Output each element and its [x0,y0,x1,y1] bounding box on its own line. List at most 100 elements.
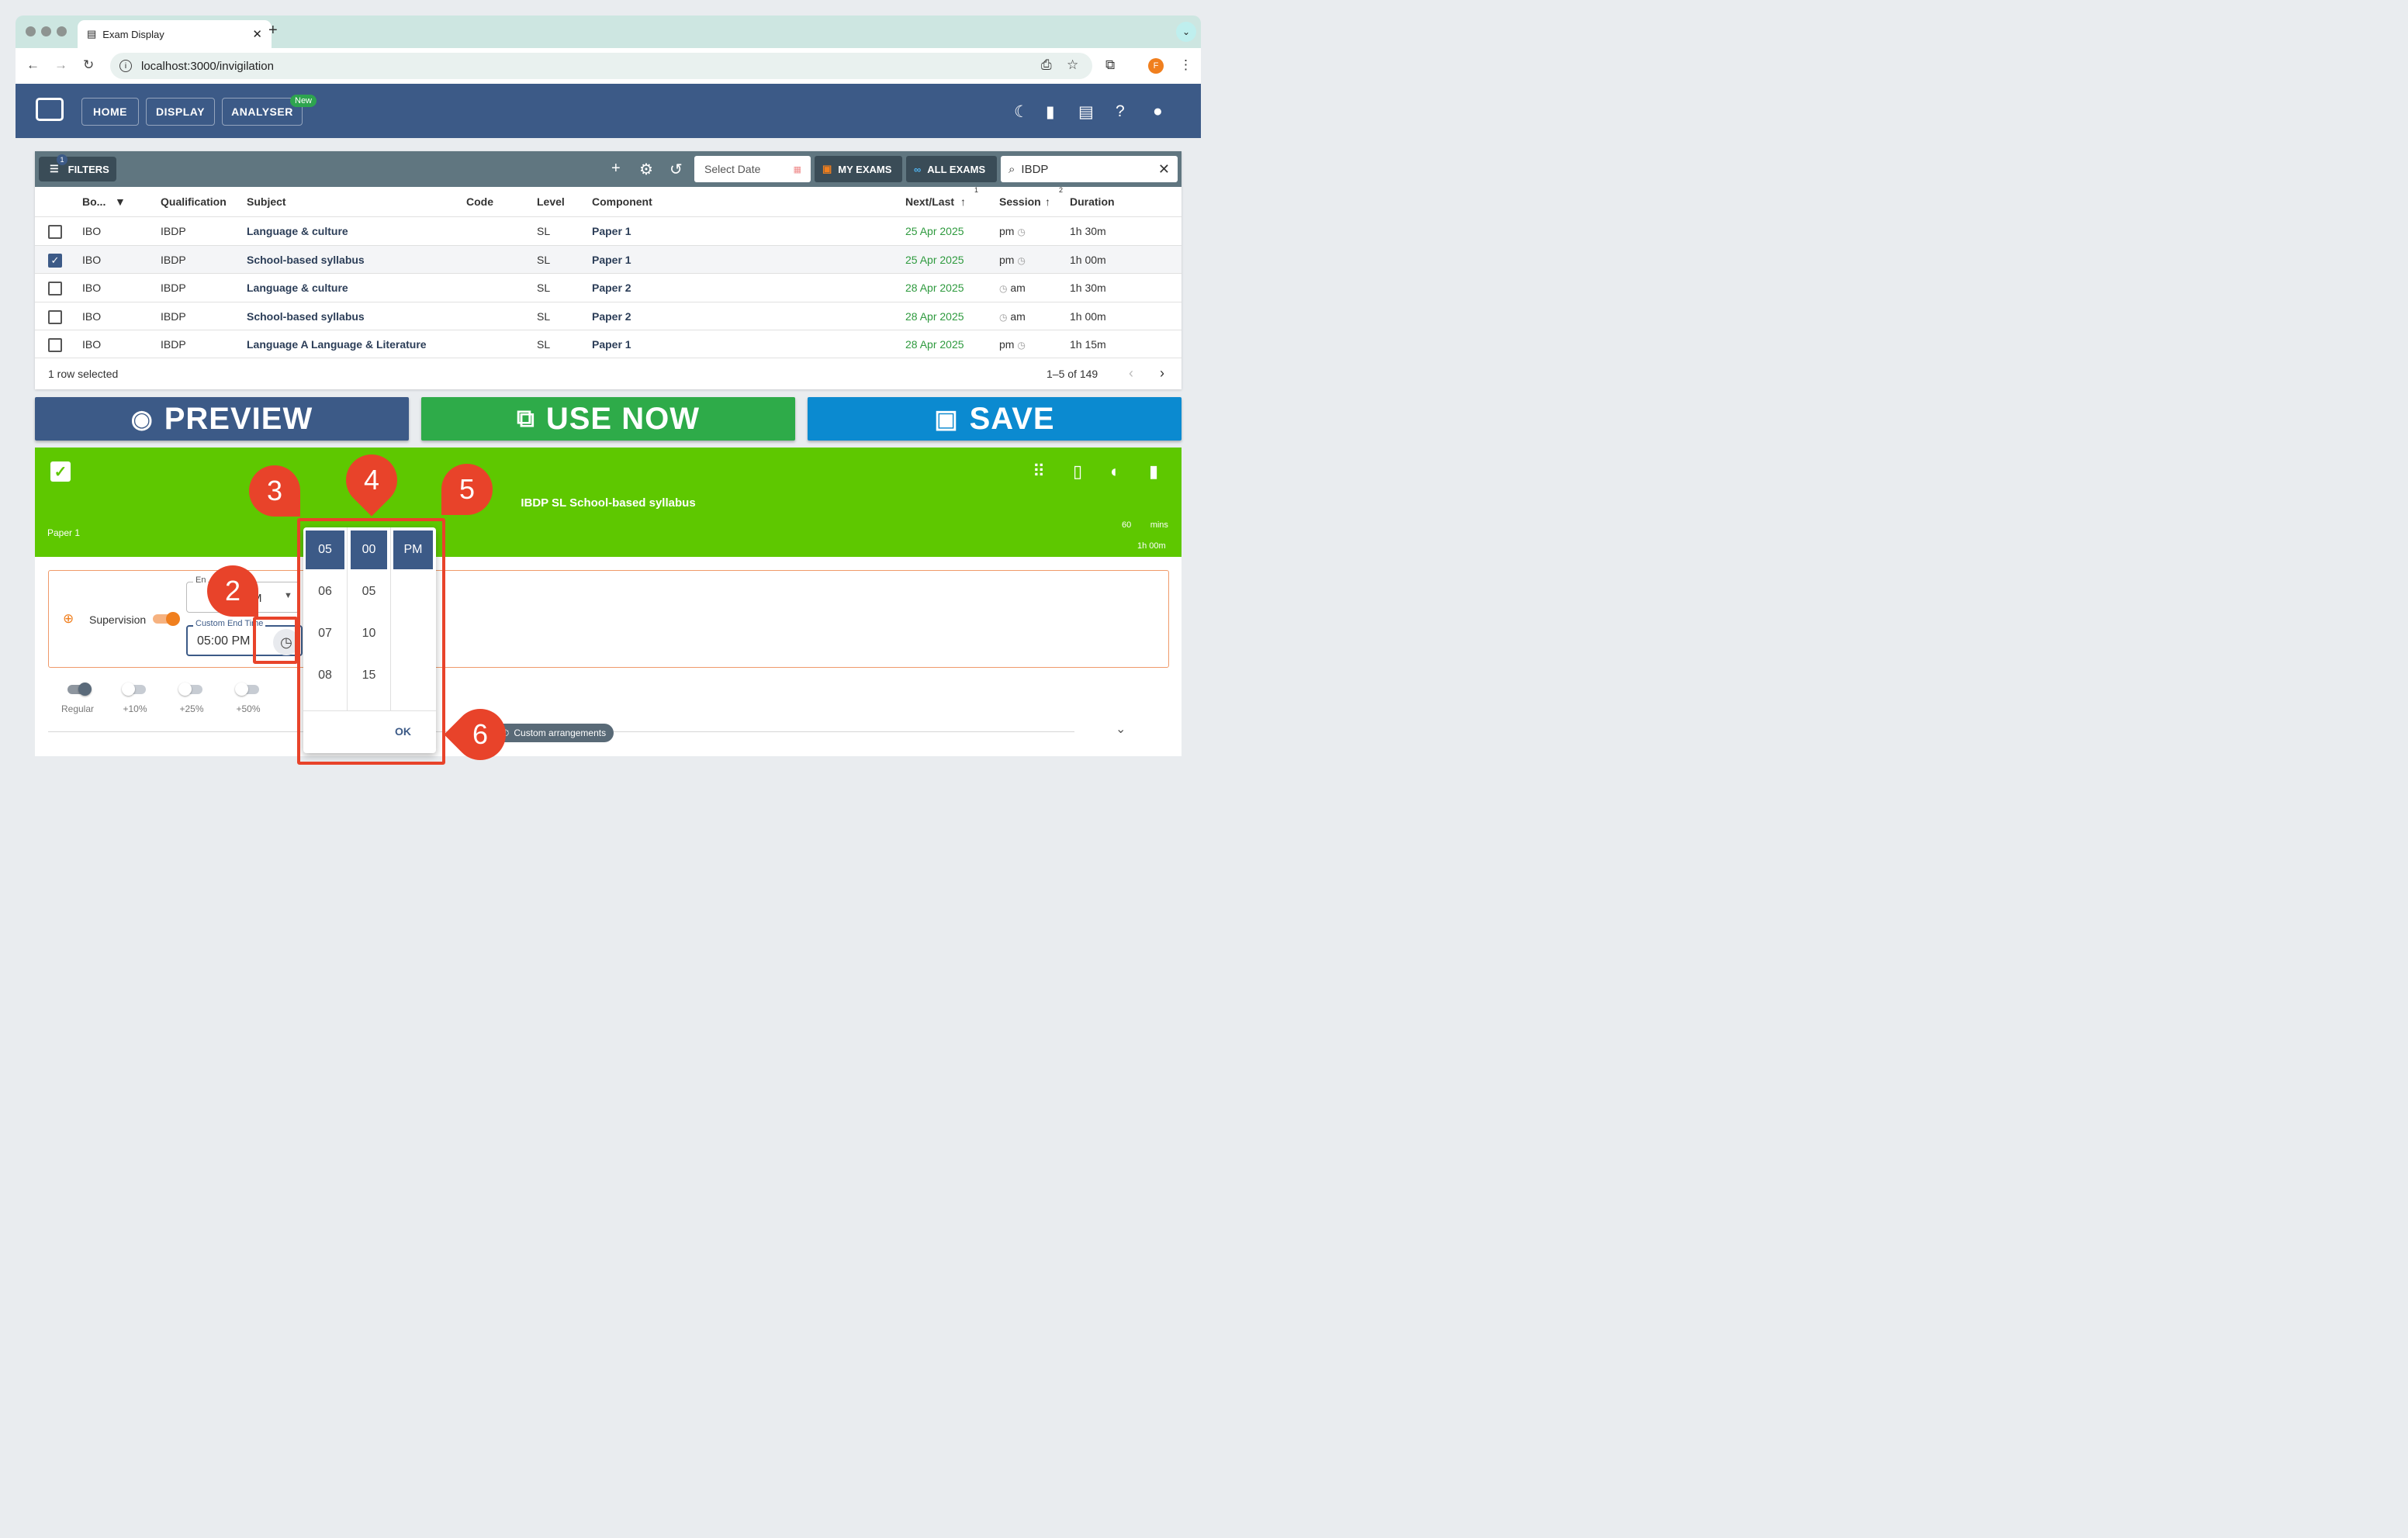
reload-icon[interactable]: ↻ [83,57,94,73]
exam-duration: 1h 00m [1137,541,1166,551]
address-bar[interactable]: i localhost:3000/invigilation [110,53,1092,79]
browser-tab[interactable]: ▤ Exam Display ✕ [78,20,272,48]
column-header-level[interactable]: Level [537,195,565,208]
back-icon[interactable]: ← [26,57,40,73]
bookmarks-icon[interactable]: ▮ [1046,102,1055,122]
column-header-session[interactable]: Session [999,195,1041,208]
column-header-qualification[interactable]: Qualification [161,195,227,208]
supervision-label: Supervision [89,613,147,626]
sort-ascending-icon[interactable]: ↑ [960,195,966,208]
search-input[interactable]: ⌕ IBDP ✕ [1001,156,1178,182]
table-row[interactable]: IBO IBDP Language & culture SL Paper 2 28 Apr… [35,273,1182,301]
tab-search-chevron-icon[interactable]: ⌄ [1176,22,1196,42]
all-exams-label: ALL EXAMS [927,163,986,175]
prev-page-icon[interactable]: ‹ [1129,365,1133,382]
plus-10-toggle[interactable] [122,683,146,696]
browser-toolbar: ← → ↻ i localhost:3000/invigilation ⎙ ☆ … [16,48,1201,84]
row-checkbox[interactable]: ✓ [48,253,62,268]
sort-ascending-icon[interactable]: ↑ [1045,195,1050,208]
exam-table-card: ☰ FILTERS 1 + ⚙ ↺ Select Date ▦ ▣ MY EXA… [35,151,1182,389]
delete-trash-icon[interactable]: ▮ [1149,461,1158,482]
session-text: pm [999,253,1015,266]
save-button[interactable]: ▣ SAVE [808,397,1182,441]
site-info-icon[interactable]: i [119,60,132,72]
extensions-icon[interactable]: ⧉ [1105,57,1115,73]
select-date-input[interactable]: Select Date ▦ [694,156,811,182]
regular-toggle[interactable] [67,683,92,696]
cell-component: Paper 1 [592,253,631,266]
exam-select-checkbox[interactable]: ✓ [50,461,71,482]
column-header-subject[interactable]: Subject [247,195,286,208]
sort-order-next-last: 1 [974,186,979,194]
window-minimize-dot[interactable] [41,26,51,36]
table-row[interactable]: IBO IBDP Language & culture SL Paper 1 25 Apr… [35,216,1182,244]
cell-component: Paper 2 [592,282,631,294]
minutes-unit: mins [1150,520,1168,530]
table-row[interactable]: IBO IBDP School-based syllabus SL Paper 2 28 … [35,301,1182,330]
help-icon[interactable]: ? [1116,102,1125,121]
all-exams-button[interactable]: ∞ ALL EXAMS [906,156,997,182]
pagination-text: 1–5 of 149 [1047,368,1098,380]
drag-handle-icon[interactable]: ⠿ [1033,461,1045,482]
window-zoom-dot[interactable] [57,26,67,36]
row-checkbox[interactable] [48,282,62,296]
cell-level: SL [537,253,551,266]
browser-menu-icon[interactable]: ⋮ [1179,57,1192,73]
add-icon[interactable]: + [611,160,621,178]
custom-arrangements-chip[interactable]: ⏱ Custom arrangements [494,724,614,742]
row-checkbox[interactable] [48,225,62,239]
column-header-next-last[interactable]: Next/Last [905,195,954,208]
supervision-toggle[interactable] [153,612,180,626]
reset-icon[interactable]: ↺ [669,160,683,179]
session-text: pm [999,225,1015,237]
column-header-component[interactable]: Component [592,195,652,208]
my-exams-button[interactable]: ▣ MY EXAMS [815,156,902,182]
palette-icon[interactable]: ◐ [1110,461,1120,482]
forward-icon[interactable]: → [54,57,67,73]
filter-list-icon: ☰ [50,163,59,175]
session-text: am [1010,282,1026,294]
use-now-button[interactable]: ⧉ USE NOW [421,397,795,441]
table-footer: 1 row selected 1–5 of 149 ‹ › [35,358,1182,389]
install-app-icon[interactable]: ⎙ [1041,57,1052,73]
marker-3-label: 3 [266,475,283,506]
column-header-duration[interactable]: Duration [1070,195,1115,208]
next-page-icon[interactable]: › [1160,365,1164,382]
display-screen-icon[interactable]: ▤ [1078,102,1094,122]
expand-chevron-icon[interactable]: ⌄ [1116,721,1126,737]
column-filter-icon[interactable]: ▼ [115,195,126,208]
app-header: HOME DISPLAY ANALYSER New ☾ ▮ ▤ ? ● [16,84,1201,138]
plus-50-toggle[interactable] [235,683,259,696]
custom-end-time-value[interactable]: 05:00 PM [197,634,250,648]
nav-home-button[interactable]: HOME [81,98,139,126]
preview-button[interactable]: ◉ PREVIEW [35,397,409,441]
settings-gear-icon[interactable]: ⚙ [639,160,653,179]
row-checkbox[interactable] [48,338,62,352]
clear-search-icon[interactable]: ✕ [1158,161,1170,178]
row-checkbox[interactable] [48,309,62,324]
column-header-board[interactable]: Bo... [82,195,106,208]
dropdown-caret-icon[interactable]: ▼ [284,591,292,600]
cell-qualification: IBDP [161,282,186,294]
new-tab-icon[interactable]: + [268,22,278,40]
custom-arrangements-label: Custom arrangements [514,728,607,738]
cell-subject: School-based syllabus [247,253,365,266]
plus-25-toggle[interactable] [178,683,202,696]
marker-5-label: 5 [458,473,476,505]
column-header-code[interactable]: Code [466,195,493,208]
add-document-icon[interactable]: ▯ [1073,461,1082,482]
app-logo-icon[interactable] [36,98,64,121]
tab-close-icon[interactable]: ✕ [252,27,262,41]
marker-4-label: 4 [363,464,380,496]
annotation-box-picker [297,518,445,765]
table-row[interactable]: ✓ IBO IBDP School-based syllabus SL Paper 1 25… [35,244,1182,273]
nav-display-button[interactable]: DISPLAY [146,98,215,126]
profile-avatar[interactable]: F [1148,58,1164,74]
account-icon[interactable]: ● [1153,102,1163,121]
filters-button[interactable]: ☰ FILTERS [39,157,116,181]
save-label: SAVE [969,401,1055,436]
dark-mode-moon-icon[interactable]: ☾ [1014,102,1029,122]
table-row[interactable]: IBO IBDP Language A Language & Literature S… [35,330,1182,358]
bookmark-star-icon[interactable]: ☆ [1067,57,1078,73]
window-close-dot[interactable] [26,26,36,36]
